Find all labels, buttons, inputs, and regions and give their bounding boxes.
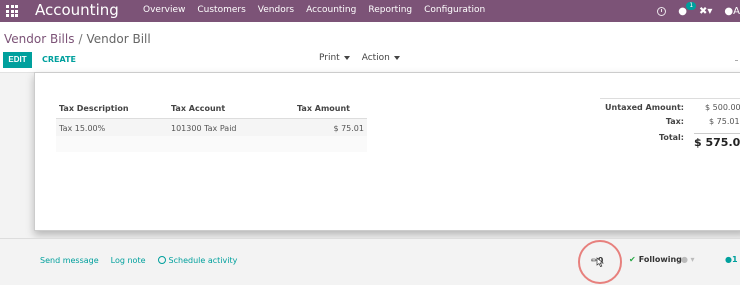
totals-block: Untaxed Amount: $ 500.00 Tax: $ 75.01 To… bbox=[600, 98, 740, 149]
total-row: Total: $ 575.01 bbox=[600, 133, 740, 149]
control-panel: Vendor Bills / Vendor Bill EDIT CREATE Pri… bbox=[0, 22, 740, 73]
table-row[interactable]: Tax 15.00% 101300 Tax Paid $ 75.01 bbox=[56, 118, 367, 136]
tax-row: Tax: $ 75.01 bbox=[600, 117, 740, 131]
tax-table: Tax Description Tax Account Tax Amount T… bbox=[56, 101, 367, 152]
check-icon: ✔ bbox=[629, 255, 636, 264]
table-row-empty bbox=[56, 136, 367, 152]
breadcrumb-current: Vendor Bill bbox=[86, 32, 151, 46]
edit-button[interactable]: EDIT bbox=[3, 52, 32, 68]
action-label: Action bbox=[361, 53, 390, 63]
total-divider bbox=[694, 133, 740, 134]
top-navbar: Accounting Overview Customers Vendors Ac… bbox=[0, 0, 740, 22]
mouse-cursor-icon bbox=[596, 257, 604, 267]
tax-label: Tax: bbox=[665, 117, 684, 126]
caret-down-icon bbox=[393, 55, 400, 60]
main-menu: Overview Customers Vendors Accounting Re… bbox=[143, 5, 485, 15]
menu-configuration[interactable]: Configuration bbox=[424, 5, 485, 15]
tax-amount-cell: $ 75.01 bbox=[294, 118, 367, 136]
tax-account-cell: 101300 Tax Paid bbox=[168, 118, 294, 136]
debug-tools-icon[interactable]: ✖▾ bbox=[699, 6, 712, 17]
col-tax-amount: Tax Amount bbox=[294, 101, 367, 119]
untaxed-row: Untaxed Amount: $ 500.00 bbox=[600, 103, 740, 117]
print-label: Print bbox=[319, 53, 340, 63]
send-message-button[interactable]: Send message bbox=[40, 256, 99, 265]
chatter: Send message Log note Schedule activity … bbox=[0, 238, 740, 285]
following-button[interactable]: ✔ Following bbox=[629, 255, 682, 264]
col-tax-account: Tax Account bbox=[168, 101, 294, 119]
col-tax-description: Tax Description bbox=[56, 101, 168, 119]
followers-count: 1 bbox=[731, 255, 738, 264]
breadcrumb: Vendor Bills / Vendor Bill bbox=[4, 32, 151, 46]
breadcrumb-vendor-bills[interactable]: Vendor Bills bbox=[4, 32, 74, 46]
following-label: Following bbox=[638, 255, 682, 264]
apps-menu-icon[interactable] bbox=[6, 5, 18, 17]
app-title[interactable]: Accounting bbox=[35, 1, 119, 19]
tax-description-cell: Tax 15.00% bbox=[56, 118, 168, 136]
tax-table-header: Tax Description Tax Account Tax Amount bbox=[56, 101, 367, 119]
menu-customers[interactable]: Customers bbox=[197, 5, 245, 15]
chat-icon[interactable]: ● 1 bbox=[678, 1, 697, 17]
untaxed-label: Untaxed Amount: bbox=[605, 103, 684, 112]
menu-accounting[interactable]: Accounting bbox=[306, 5, 356, 15]
chat-badge: 1 bbox=[686, 1, 697, 10]
create-button[interactable]: CREATE bbox=[42, 52, 76, 68]
log-note-button[interactable]: Log note bbox=[111, 256, 146, 265]
user-icon[interactable]: ●A bbox=[724, 6, 740, 17]
schedule-activity-button[interactable]: Schedule activity bbox=[157, 256, 238, 265]
print-dropdown[interactable]: Print bbox=[319, 53, 350, 63]
clock-icon bbox=[157, 256, 166, 264]
breadcrumb-separator: / bbox=[78, 32, 83, 46]
form-sheet: Tax Description Tax Account Tax Amount T… bbox=[34, 72, 740, 231]
caret-down-icon bbox=[343, 55, 350, 60]
action-dropdowns: Print Action bbox=[319, 53, 400, 63]
schedule-activity-label: Schedule activity bbox=[168, 256, 238, 265]
chatter-actions: Send message Log note Schedule activity bbox=[40, 256, 237, 265]
menu-overview[interactable]: Overview bbox=[143, 5, 185, 15]
untaxed-value: $ 500.00 bbox=[705, 103, 740, 112]
activity-clock-icon[interactable] bbox=[657, 6, 667, 16]
total-label: Total: bbox=[658, 133, 684, 142]
menu-vendors[interactable]: Vendors bbox=[258, 5, 294, 15]
tax-value: $ 75.01 bbox=[709, 117, 740, 126]
systray: ● 1 ✖▾ ●A bbox=[657, 1, 740, 19]
notification-bell-icon[interactable]: ● ▾ bbox=[681, 255, 695, 264]
follower-icon: ● bbox=[725, 255, 732, 264]
action-dropdown[interactable]: Action bbox=[362, 53, 400, 63]
pager-mark bbox=[735, 60, 738, 61]
menu-reporting[interactable]: Reporting bbox=[368, 5, 412, 15]
total-value: $ 575.01 bbox=[694, 136, 740, 149]
followers-button[interactable]: ●1 bbox=[725, 255, 738, 264]
